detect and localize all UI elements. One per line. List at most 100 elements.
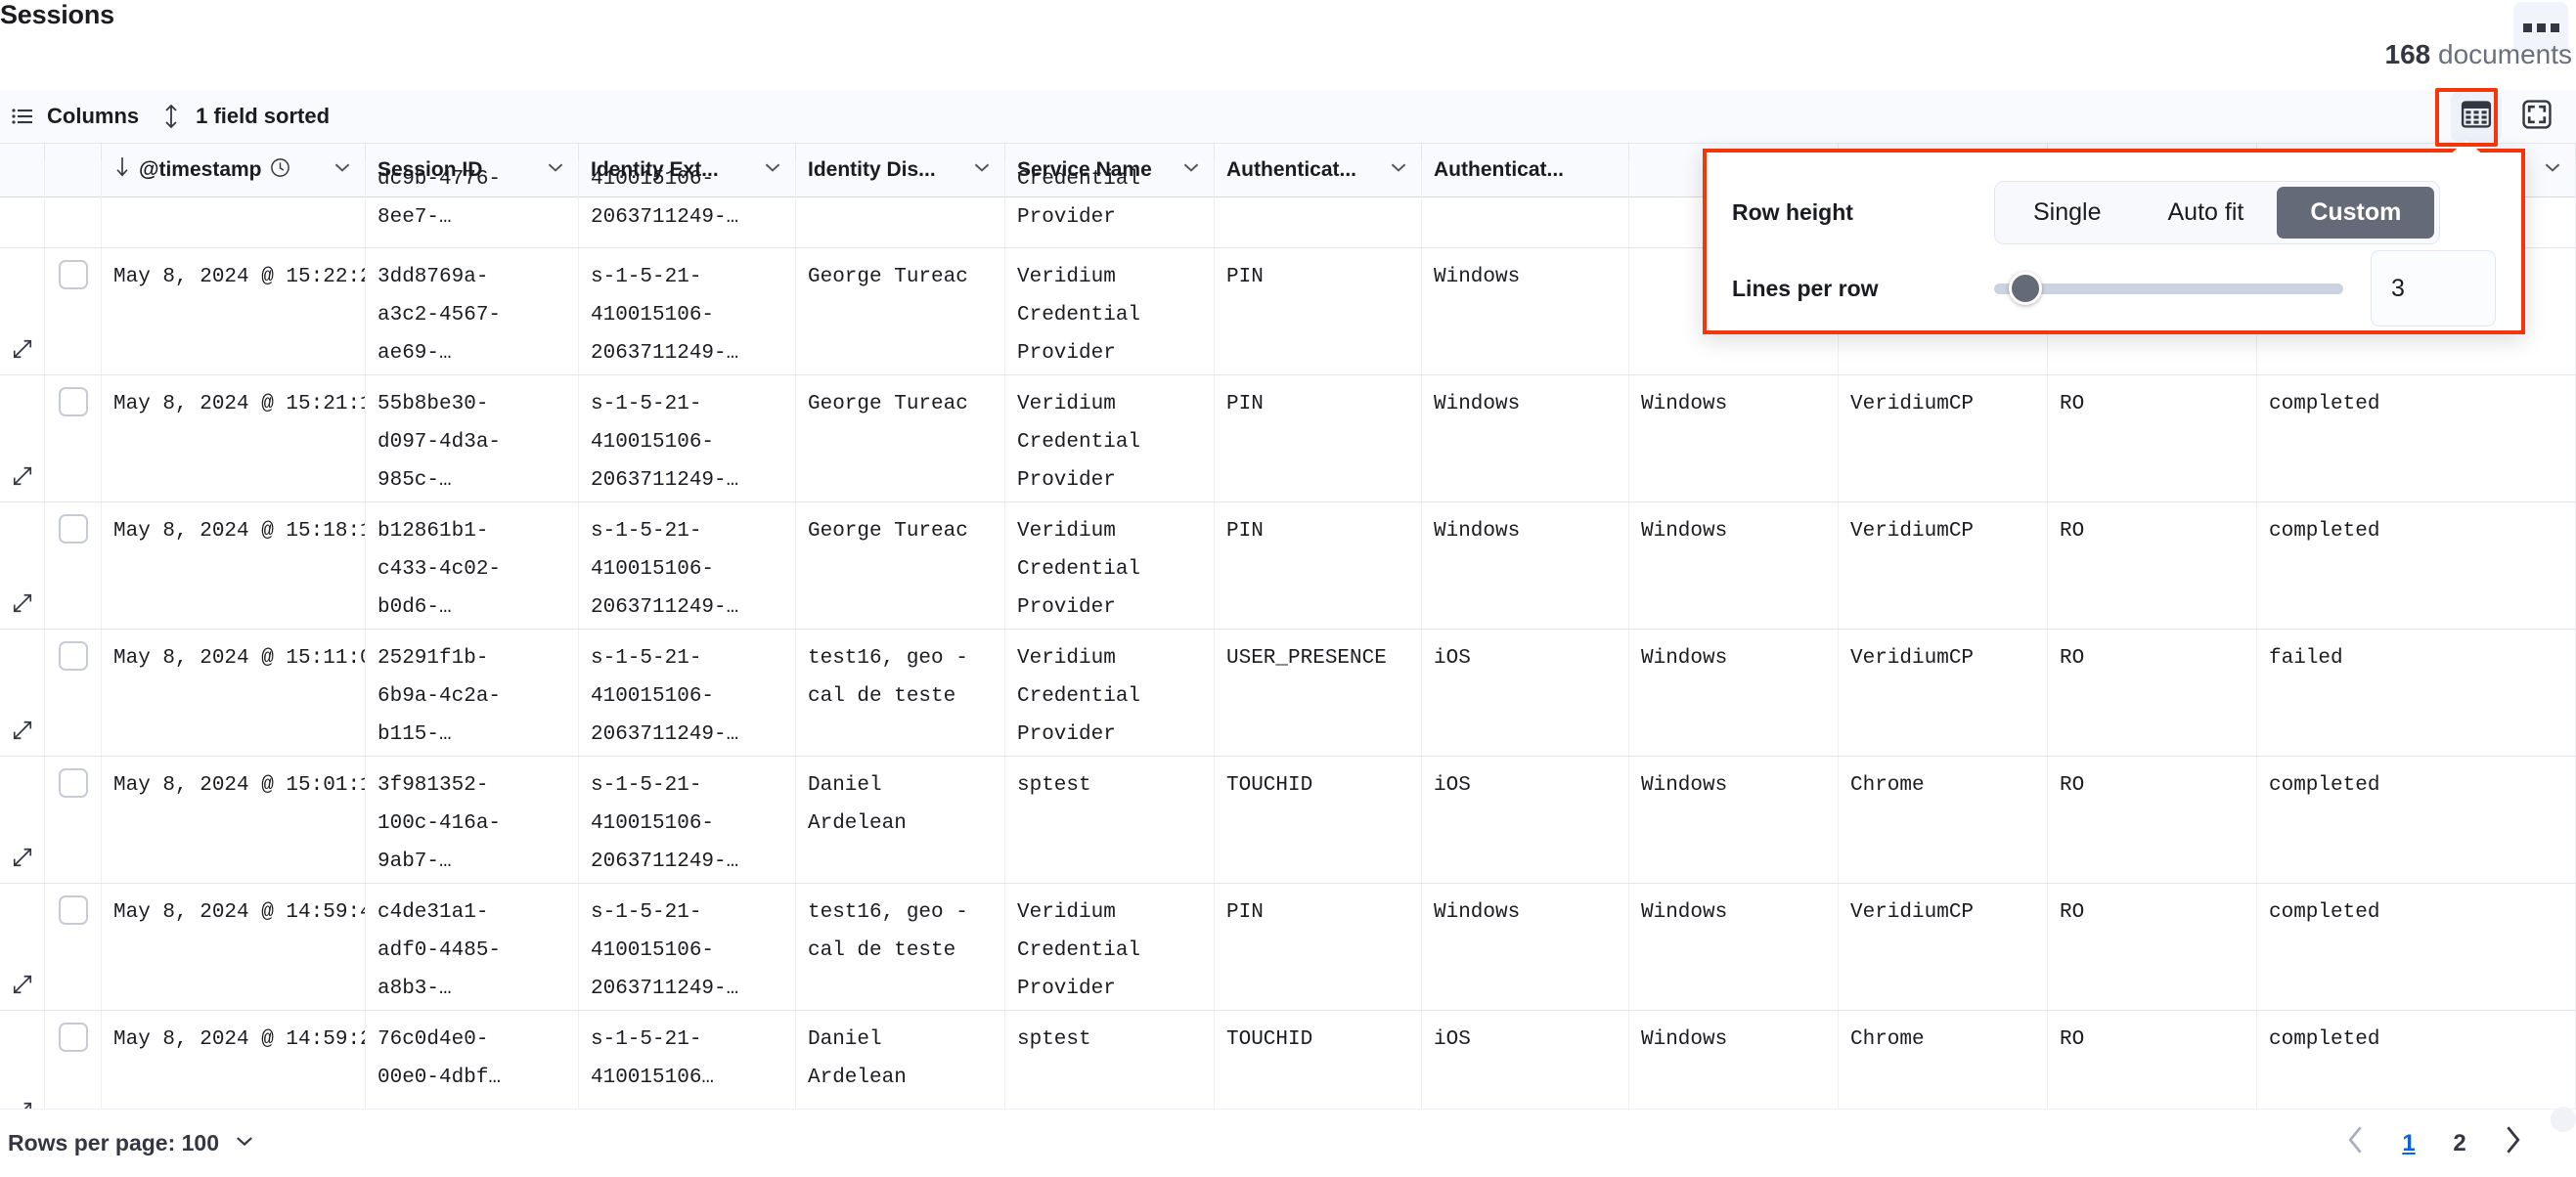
chevron-down-icon[interactable] xyxy=(1180,156,1202,184)
row-height-label: Row height xyxy=(1732,199,1994,226)
cell-service-name: sptest xyxy=(1005,757,1215,883)
row-checkbox[interactable] xyxy=(59,895,88,925)
row-expand-cell[interactable] xyxy=(0,502,45,629)
row-checkbox[interactable] xyxy=(59,641,88,671)
row-height-option-single[interactable]: Single xyxy=(2000,187,2135,239)
row-expand-cell[interactable] xyxy=(0,1011,45,1109)
grid-density-icon xyxy=(2460,98,2493,136)
sort-updown-icon xyxy=(158,104,184,129)
expand-row-icon[interactable] xyxy=(12,260,33,374)
columns-button[interactable]: Columns xyxy=(4,97,153,136)
chevron-down-icon xyxy=(233,1129,256,1158)
cell-authentication-method: TOUCHID xyxy=(1215,1011,1422,1109)
row-select-cell[interactable] xyxy=(45,884,102,1010)
expand-row-icon[interactable] xyxy=(12,641,33,756)
page-button-2[interactable]: 2 xyxy=(2449,1130,2470,1157)
cell-col10: RO xyxy=(2048,502,2257,629)
expand-row-icon[interactable] xyxy=(12,387,33,501)
row-checkbox[interactable] xyxy=(59,768,88,798)
previous-page-button[interactable] xyxy=(2343,1125,2369,1162)
cell-timestamp: May 8, 2024 @ 15:11:06.932 xyxy=(102,630,366,756)
cell-col10: RO xyxy=(2048,375,2257,501)
row-height-option-auto-fit[interactable]: Auto fit xyxy=(2135,187,2278,239)
expand-row-icon[interactable] xyxy=(12,1023,33,1109)
cell-identity-dis: Daniel Ardelean xyxy=(796,757,1005,883)
cell-service-name: Veridium Credential Provider xyxy=(1005,630,1215,756)
cell-status: failed xyxy=(2257,630,2576,756)
cell-status: completed xyxy=(2257,884,2576,1010)
lines-per-row-input[interactable]: 3 xyxy=(2371,250,2496,327)
cell-col8: Windows xyxy=(1629,630,1839,756)
chevron-down-icon[interactable] xyxy=(762,156,783,184)
cell-identity-ext: s-1-5-21- 410015106… xyxy=(579,1011,796,1109)
scrollbar-corner[interactable] xyxy=(2551,1107,2576,1132)
row-select-cell[interactable] xyxy=(45,757,102,883)
row-select-cell[interactable] xyxy=(45,1011,102,1109)
more-options-icon xyxy=(2537,23,2546,32)
table-row[interactable]: May 8, 2024 @ 14:59:25.071 76c0d4e0- 00e… xyxy=(0,1011,2576,1109)
row-expand-cell[interactable] xyxy=(0,375,45,501)
expand-row-icon[interactable] xyxy=(12,514,33,629)
sort-button[interactable]: 1 field sorted xyxy=(153,97,343,136)
chevron-down-icon[interactable] xyxy=(971,156,993,184)
cell-authentication-os: Windows xyxy=(1422,375,1629,501)
cell-service-name: Veridium Credential Provider xyxy=(1005,884,1215,1010)
cell-col9: VeridiumCP xyxy=(1839,502,2048,629)
next-page-button[interactable] xyxy=(2500,1125,2525,1162)
table-row[interactable]: May 8, 2024 @ 15:21:13.490 55b8be30- d09… xyxy=(0,375,2576,502)
chevron-down-icon[interactable] xyxy=(1388,156,1409,184)
row-select-cell[interactable] xyxy=(45,160,102,247)
cell-identity-dis: Daniel Ardelean xyxy=(796,1011,1005,1109)
row-select-cell[interactable] xyxy=(45,502,102,629)
row-checkbox[interactable] xyxy=(59,1023,88,1052)
row-select-cell[interactable] xyxy=(45,375,102,501)
chevron-down-icon[interactable] xyxy=(332,156,353,184)
pagination: 1 2 xyxy=(2343,1125,2568,1162)
popover-content: Row height Single Auto fit Custom Lines … xyxy=(1707,153,2521,352)
toolbar-right-actions xyxy=(2451,91,2576,142)
chevron-down-icon[interactable] xyxy=(2542,156,2563,184)
lines-per-row-slider[interactable] xyxy=(1994,283,2343,294)
cell-authentication-method: USER_PRESENCE xyxy=(1215,630,1422,756)
row-height-option-custom[interactable]: Custom xyxy=(2277,187,2434,239)
rows-per-page-button[interactable]: Rows per page: 100 xyxy=(8,1129,256,1158)
expand-row-icon[interactable] xyxy=(12,895,33,1010)
columns-list-icon xyxy=(10,104,35,129)
cell-col10: RO xyxy=(2048,884,2257,1010)
row-checkbox[interactable] xyxy=(59,514,88,544)
cell-col8: Windows xyxy=(1629,502,1839,629)
cell-identity-dis: George Tureac xyxy=(796,248,1005,374)
cell-col9: VeridiumCP xyxy=(1839,375,2048,501)
document-count-label: documents xyxy=(2438,39,2572,69)
cell-col9: VeridiumCP xyxy=(1839,630,2048,756)
cell-service-name: Veridium Credential Provider xyxy=(1005,248,1215,374)
page-button-1[interactable]: 1 xyxy=(2398,1130,2420,1157)
table-row[interactable]: May 8, 2024 @ 15:11:06.932 25291f1b- 6b9… xyxy=(0,630,2576,757)
expand-row-icon[interactable] xyxy=(12,768,33,883)
table-row[interactable]: May 8, 2024 @ 15:01:10.147 3f981352- 100… xyxy=(0,757,2576,884)
row-expand-cell[interactable] xyxy=(0,248,45,374)
lines-per-row-setting: Lines per row 3 xyxy=(1732,250,2496,327)
row-expand-cell[interactable] xyxy=(0,160,45,247)
chevron-down-icon[interactable] xyxy=(545,156,566,184)
lines-per-row-slider-wrap: 3 xyxy=(1994,250,2496,327)
grid-density-button[interactable] xyxy=(2451,91,2502,142)
cell-identity-ext: s-1-5-21- 410015106- 2063711249-… xyxy=(579,248,796,374)
table-row[interactable]: May 8, 2024 @ 14:59:41.231 c4de31a1- adf… xyxy=(0,884,2576,1011)
cell-identity-ext: s-1-5-21- 410015106- 2063711249-… xyxy=(579,757,796,883)
table-row[interactable]: May 8, 2024 @ 15:18:11.407 b12861b1- c43… xyxy=(0,502,2576,630)
cell-authentication-method: PIN xyxy=(1215,502,1422,629)
cell-authentication-method: PIN xyxy=(1215,375,1422,501)
grid-toolbar: Columns 1 field sorted xyxy=(0,90,2576,143)
row-expand-cell[interactable] xyxy=(0,630,45,756)
row-select-cell[interactable] xyxy=(45,630,102,756)
cell-authentication-os: Windows xyxy=(1422,502,1629,629)
row-expand-cell[interactable] xyxy=(0,884,45,1010)
cell-status: completed xyxy=(2257,1011,2576,1109)
fullscreen-button[interactable] xyxy=(2511,91,2562,142)
row-expand-cell[interactable] xyxy=(0,757,45,883)
row-checkbox[interactable] xyxy=(59,387,88,416)
row-select-cell[interactable] xyxy=(45,248,102,374)
row-checkbox[interactable] xyxy=(59,260,88,289)
slider-thumb[interactable] xyxy=(2009,272,2042,305)
